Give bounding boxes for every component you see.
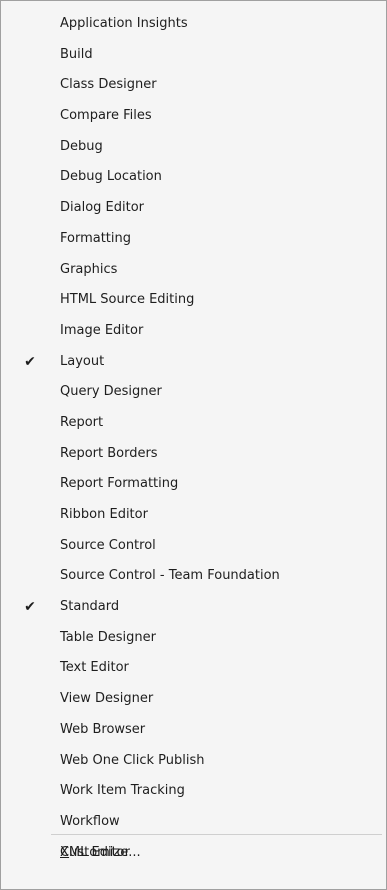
menu-item-label: Ribbon Editor: [60, 507, 148, 522]
menu-item-label: Text Editor: [60, 660, 129, 676]
menu-item-standard[interactable]: ✔ Standard: [1, 592, 386, 623]
menu-item-label: Customize...: [60, 838, 141, 869]
menu-item-formatting[interactable]: Formatting: [1, 224, 386, 255]
menu-item-debug-location[interactable]: Debug Location: [1, 162, 386, 193]
menu-item-label: Build: [60, 46, 93, 62]
menu-item-build[interactable]: Build: [1, 40, 386, 71]
menu-item-source-control[interactable]: Source Control: [1, 531, 386, 562]
menu-item-label: Report Borders: [60, 445, 158, 461]
menu-item-graphics[interactable]: Graphics: [1, 255, 386, 286]
menu-item-query-designer[interactable]: Query Designer: [1, 377, 386, 408]
menu-item-label-rest: ustomize...: [69, 845, 141, 860]
menu-item-label: Source Control - Team Foundation: [60, 568, 280, 584]
menu-item-report[interactable]: Report: [1, 408, 386, 439]
menu-item-report-formatting[interactable]: Report Formatting: [1, 469, 386, 500]
checkmark-icon: ✔: [24, 599, 36, 616]
menu-item-label: HTML Source Editing: [60, 292, 195, 308]
menu-item-label: Graphics: [60, 261, 118, 277]
menu-item-label: Web One Click Publish: [60, 752, 205, 768]
menu-item-label: Compare Files: [60, 108, 152, 124]
menu-item-list: Application Insights Build Class Designer C…: [1, 9, 386, 868]
menu-item-label: Debug: [60, 138, 103, 154]
menu-separator: [51, 834, 382, 835]
menu-item-label: Work Item Tracking: [60, 783, 185, 799]
menu-item-label: Formatting: [60, 230, 132, 246]
checkmark-icon: ✔: [24, 353, 36, 370]
menu-item-report-borders[interactable]: Report Borders: [1, 439, 386, 470]
menu-item-label: View Designer: [60, 691, 154, 707]
menu-item-workflow[interactable]: Workflow: [1, 807, 386, 838]
toolbars-context-menu: Application Insights Build Class Designer C…: [0, 0, 387, 890]
menu-item-label: Layout: [60, 353, 105, 369]
menu-item-application-insights[interactable]: Application Insights: [1, 9, 386, 40]
menu-item-ribbon-editor[interactable]: Ribbon Editor: [1, 500, 386, 531]
menu-item-label: Source Control: [60, 537, 156, 553]
menu-item-label: Workflow: [60, 813, 120, 829]
menu-item-label: Class Designer: [60, 77, 157, 93]
menu-item-label: Image Editor: [60, 322, 144, 338]
menu-item-text-editor[interactable]: Text Editor: [1, 653, 386, 684]
menu-item-compare-files[interactable]: Compare Files: [1, 101, 386, 132]
menu-item-class-designer[interactable]: Class Designer: [1, 70, 386, 101]
menu-item-html-source-editing[interactable]: HTML Source Editing: [1, 285, 386, 316]
menu-item-work-item-tracking[interactable]: Work Item Tracking: [1, 776, 386, 807]
menu-item-label: Report: [60, 414, 104, 430]
menu-item-table-designer[interactable]: Table Designer: [1, 623, 386, 654]
menu-item-view-designer[interactable]: View Designer: [1, 684, 386, 715]
menu-item-label: Web Browser: [60, 721, 146, 737]
menu-item-dialog-editor[interactable]: Dialog Editor: [1, 193, 386, 224]
menu-item-label: Report Formatting: [60, 476, 179, 492]
menu-item-label: Query Designer: [60, 384, 162, 400]
menu-item-label: Debug Location: [60, 169, 162, 185]
menu-item-customize[interactable]: Customize...: [1, 838, 386, 869]
menu-item-layout[interactable]: ✔ Layout: [1, 347, 386, 378]
menu-item-label: Table Designer: [60, 629, 156, 645]
menu-item-label: Application Insights: [60, 16, 188, 31]
menu-item-label: Dialog Editor: [60, 200, 145, 216]
menu-item-web-one-click-publish[interactable]: Web One Click Publish: [1, 746, 386, 777]
mnemonic-letter: C: [60, 845, 70, 860]
menu-item-web-browser[interactable]: Web Browser: [1, 715, 386, 746]
menu-item-label: Standard: [60, 599, 120, 615]
menu-item-image-editor[interactable]: Image Editor: [1, 316, 386, 347]
menu-item-source-control-team-foundation[interactable]: Source Control - Team Foundation: [1, 561, 386, 592]
menu-item-debug[interactable]: Debug: [1, 132, 386, 163]
